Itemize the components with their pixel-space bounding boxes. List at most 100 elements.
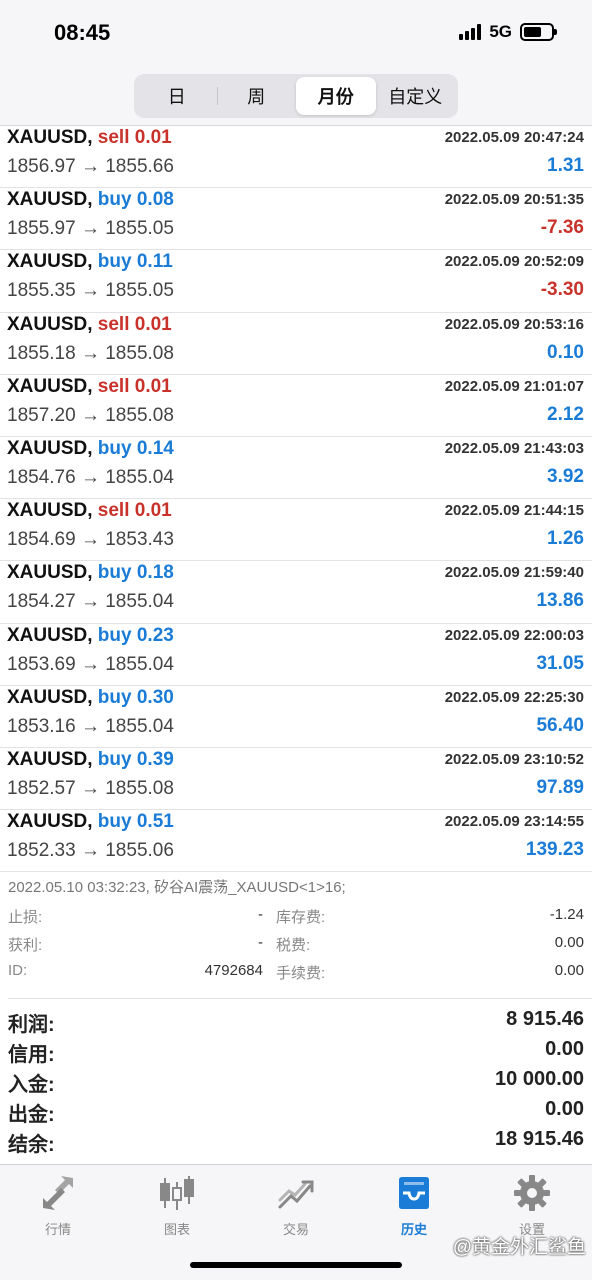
- tax-value: 0.00: [554, 934, 584, 951]
- trade-prices: 1853.69 → 1855.04: [7, 653, 174, 675]
- trade-side-volume: buy 0.51: [97, 811, 174, 833]
- trade-side-volume: sell 0.01: [97, 375, 172, 397]
- trade-profit: 31.05: [536, 652, 584, 674]
- trade-row[interactable]: XAUUSD, sell 0.01 2022.05.09 20:53:16 1855…: [0, 313, 592, 375]
- tab-settings[interactable]: 设置: [482, 1173, 582, 1238]
- detail-row: 获利: - 税费: 0.00: [8, 934, 584, 956]
- trade-row[interactable]: XAUUSD, buy 0.18 2022.05.09 21:59:40 1854.…: [0, 561, 592, 624]
- summary-withdrawal: 出金: 0.00: [8, 1098, 584, 1128]
- history-inbox-icon: [394, 1173, 434, 1213]
- trade-close-time: 2022.05.09 21:59:40: [444, 564, 584, 582]
- summary-label: 利润:: [8, 1014, 55, 1036]
- trade-symbol: XAUUSD, buy 0.08: [7, 189, 174, 211]
- trade-symbol: XAUUSD, sell 0.01: [7, 376, 172, 398]
- trade-side-volume: buy 0.23: [97, 624, 174, 646]
- segment-custom[interactable]: 自定义: [376, 77, 456, 115]
- battery-icon: [520, 23, 557, 41]
- status-time: 08:45: [54, 20, 111, 45]
- trade-symbol: XAUUSD, buy 0.14: [7, 438, 174, 460]
- trade-profit: 2.12: [547, 403, 584, 425]
- summary-label: 结余:: [8, 1134, 55, 1156]
- trade-prices: 1855.35 → 1855.05: [7, 280, 174, 302]
- summary-label: 出金:: [8, 1104, 55, 1126]
- segment-week[interactable]: 周: [216, 77, 297, 115]
- trade-row[interactable]: XAUUSD, buy 0.23 2022.05.09 22:00:03 1853.…: [0, 624, 592, 686]
- summary-profit: 利润: 8 915.46: [8, 1008, 584, 1038]
- stop-loss-value: -: [258, 906, 263, 923]
- symbol-text: XAUUSD,: [7, 189, 93, 211]
- trade-side-volume: buy 0.11: [97, 251, 173, 273]
- trade-symbol: XAUUSD, buy 0.51: [7, 811, 174, 833]
- trade-profit: 139.23: [525, 839, 584, 861]
- summary-value: 10 000.00: [495, 1068, 584, 1090]
- symbol-text: XAUUSD,: [7, 313, 93, 335]
- trade-profit: 3.92: [547, 465, 584, 487]
- trade-close-time: 2022.05.09 21:44:15: [444, 502, 584, 520]
- symbol-text: XAUUSD,: [7, 562, 93, 584]
- summary-label: 入金:: [8, 1074, 55, 1096]
- home-indicator[interactable]: [190, 1262, 402, 1268]
- trade-symbol: XAUUSD, sell 0.01: [7, 314, 172, 336]
- trade-profit: 56.40: [536, 714, 584, 736]
- summary-balance: 结余: 18 915.46: [8, 1128, 584, 1158]
- trade-close-time: 2022.05.09 20:53:16: [444, 315, 584, 333]
- symbol-text: XAUUSD,: [7, 811, 93, 833]
- tab-quotes[interactable]: 行情: [8, 1173, 108, 1238]
- tab-history[interactable]: 历史: [364, 1173, 464, 1238]
- status-indicators: 5G: [459, 22, 557, 42]
- trade-row[interactable]: XAUUSD, buy 0.11 2022.05.09 20:52:09 1855.…: [0, 250, 592, 313]
- trade-prices: 1855.18 → 1855.08: [7, 342, 174, 364]
- tab-chart[interactable]: 图表: [127, 1173, 227, 1238]
- trade-side-volume: buy 0.18: [97, 562, 174, 584]
- detail-row: 止损: - 库存费: -1.24: [8, 906, 584, 928]
- trade-prices: 1855.97 → 1855.05: [7, 218, 174, 240]
- period-segmented-control: 日 周 月份 自定义: [134, 74, 458, 118]
- summary-value: 0.00: [545, 1098, 584, 1120]
- symbol-text: XAUUSD,: [7, 127, 93, 148]
- period-selector-bar: 日 周 月份 自定义: [0, 64, 592, 126]
- trade-side-volume: sell 0.01: [97, 127, 172, 148]
- trade-row[interactable]: XAUUSD, buy 0.08 2022.05.09 20:51:35 1855.…: [0, 188, 592, 251]
- cellular-signal-icon: [459, 24, 482, 40]
- trade-row[interactable]: XAUUSD, buy 0.51 2022.05.09 23:14:55 1852.…: [0, 810, 592, 873]
- trade-history-list: XAUUSD, sell 0.01 2022.05.09 20:47:24 1856…: [0, 126, 592, 873]
- trade-row[interactable]: XAUUSD, buy 0.14 2022.05.09 21:43:03 1854.…: [0, 437, 592, 500]
- trade-prices: 1854.27 → 1855.04: [7, 591, 174, 613]
- tab-trade[interactable]: 交易: [246, 1173, 346, 1238]
- trade-symbol: XAUUSD, sell 0.01: [7, 127, 172, 149]
- quotes-arrows-icon: [38, 1173, 78, 1213]
- segment-month[interactable]: 月份: [296, 77, 376, 115]
- summary-value: 0.00: [545, 1038, 584, 1060]
- commission-label: 手续费:: [276, 965, 326, 982]
- trade-close-time: 2022.05.09 20:47:24: [444, 129, 584, 146]
- trade-symbol: XAUUSD, buy 0.39: [7, 749, 174, 771]
- trade-close-time: 2022.05.09 23:14:55: [444, 813, 584, 831]
- trade-close-time: 2022.05.09 20:51:35: [444, 191, 584, 209]
- trade-close-time: 2022.05.09 22:00:03: [444, 626, 584, 644]
- trade-row[interactable]: XAUUSD, sell 0.01 2022.05.09 21:01:07 1857…: [0, 375, 592, 437]
- trade-prices: 1856.97 → 1855.66: [7, 156, 174, 177]
- trade-profit: 1.26: [547, 528, 584, 550]
- trade-profit: 97.89: [536, 776, 584, 798]
- trade-row[interactable]: XAUUSD, sell 0.01 2022.05.09 20:47:24 1856…: [0, 126, 592, 189]
- trade-row[interactable]: XAUUSD, buy 0.30 2022.05.09 22:25:30 1853.…: [0, 686, 592, 748]
- commission-value: 0.00: [554, 962, 584, 979]
- summary-value: 18 915.46: [495, 1128, 584, 1150]
- trade-side-volume: sell 0.01: [97, 313, 172, 335]
- tab-label: 行情: [44, 1222, 71, 1237]
- trade-prices: 1852.33 → 1855.06: [7, 840, 174, 862]
- summary-deposit: 入金: 10 000.00: [8, 1068, 584, 1098]
- trade-close-time: 2022.05.09 22:25:30: [444, 688, 584, 706]
- trade-trend-icon: [276, 1173, 316, 1213]
- trade-prices: 1857.20 → 1855.08: [7, 404, 174, 426]
- trade-prices: 1854.69 → 1853.43: [7, 529, 174, 551]
- trade-symbol: XAUUSD, buy 0.18: [7, 562, 174, 584]
- trade-profit: -3.30: [540, 279, 584, 301]
- trade-close-time: 2022.05.09 20:52:09: [444, 253, 584, 271]
- trade-symbol: XAUUSD, sell 0.01: [7, 500, 172, 522]
- trade-row[interactable]: XAUUSD, buy 0.39 2022.05.09 23:10:52 1852.…: [0, 748, 592, 811]
- segment-day[interactable]: 日: [137, 77, 217, 115]
- trade-row[interactable]: XAUUSD, sell 0.01 2022.05.09 21:44:15 1854…: [0, 499, 592, 562]
- trade-side-volume: sell 0.01: [97, 500, 172, 522]
- trade-close-time: 2022.05.09 21:01:07: [444, 377, 584, 395]
